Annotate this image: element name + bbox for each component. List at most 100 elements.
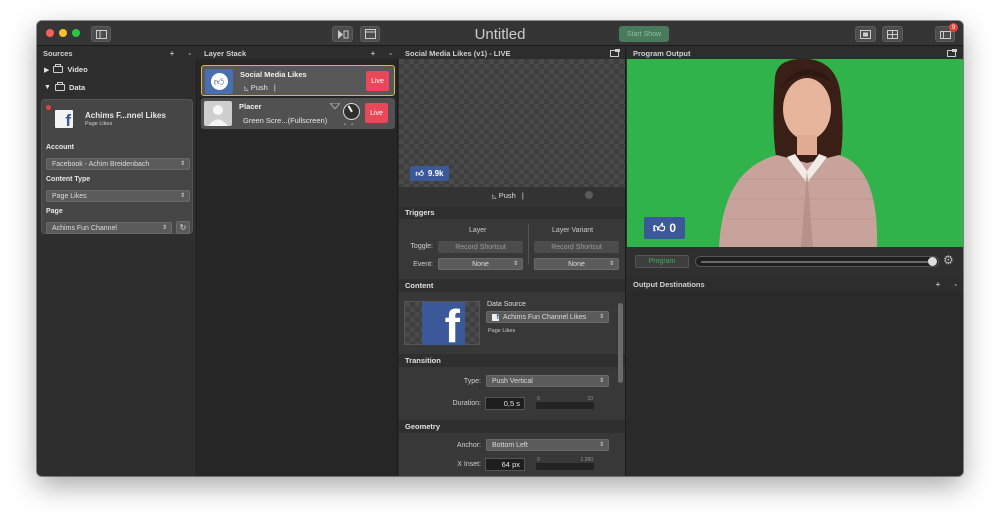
live-button[interactable]: Live [365,103,388,123]
layer-name: Placer [239,102,262,111]
program-like-count: 0 [669,221,677,235]
duration-slider[interactable]: 0 10 [536,396,594,409]
transition-slider[interactable] [695,256,939,267]
layer-row-social-media-likes[interactable]: 👍︎ Social Media Likes ◺ Push | Live [201,65,395,96]
settings-dot-icon[interactable] [585,191,593,199]
layer-preview: 👍︎ 9.9k [399,59,625,187]
account-select[interactable]: Facebook - Achim Breidenbach ⇕ [46,158,190,170]
variant-event-select[interactable]: None ⇕ [534,258,619,270]
updown-icon: ⇕ [598,378,604,384]
library-icon [939,30,951,39]
sources-panel: Sources + - ▶ Video ▼ Data f Achims F...… [37,47,197,476]
layer-row-placer[interactable]: Placer Green Scre...(Fullscreen) • • Liv… [201,98,395,129]
tree-label-video: Video [67,65,88,74]
layer-stack-title: Layer Stack [204,48,247,58]
inspector-panel: Social Media Likes (v1) - LIVE 👍︎ 9.9k ◺… [399,47,626,476]
program-output-header: Program Output [627,47,963,59]
page-value: Achims Fun Channel [52,224,117,232]
keying-icon [330,103,340,109]
notifications-button[interactable]: 9 [935,23,958,42]
start-show-button[interactable]: Start Show [619,26,669,42]
program-controls: Program ⚙︎ [627,247,963,277]
account-label: Account [46,144,74,151]
refresh-icon: ↻ [179,223,187,232]
updown-icon: ⇕ [179,161,185,167]
remove-source-button[interactable]: - [188,49,191,58]
tree-item-data[interactable]: ▼ Data [44,82,86,92]
data-source-sub: Page Likes [488,328,516,334]
page-select[interactable]: Achims Fun Channel ⇕ [46,222,172,234]
knob-dots: • • [344,122,354,128]
sources-header: Sources + - [37,47,197,59]
add-source-button[interactable]: + [170,49,175,58]
layer-event-value: None [472,260,489,268]
transition-slider-thumb[interactable] [928,257,937,266]
tree-label-data: Data [68,83,86,92]
layer-toggle-shortcut-button[interactable]: Record Shortcut [438,241,523,253]
notification-badge: 9 [949,23,958,32]
layer-stack-header: Layer Stack + - [198,47,398,59]
layout-single-button[interactable] [855,26,876,42]
trigger-variant-col: Layer Variant [552,227,594,234]
anchor-select[interactable]: Bottom Left ⇕ [486,439,609,451]
add-layer-button[interactable]: + [371,49,376,58]
toggle-label: Toggle: [410,243,433,250]
output-destinations-title: Output Destinations [633,280,705,289]
event-label: Event: [413,261,433,268]
facebook-icon: f [55,110,73,129]
transition-type-value: Push Vertical [492,377,533,385]
layout-single-icon [860,29,871,39]
trigger-divider [528,224,529,264]
sources-title: Sources [43,48,73,58]
popout-icon[interactable] [610,49,620,57]
layer-variant: ◺ Push | [244,83,276,92]
content-type-label: Content Type [46,176,91,183]
page-label: Page [46,208,63,215]
source-card[interactable]: f Achims F...nnel Likes Page Likes Accou… [41,99,193,234]
cursor-bar: | [273,83,276,92]
thumbs-up-icon: 👍︎ [652,220,666,235]
variant-label: ◺ Push | [492,191,524,200]
preview-like-count: 9.9k [427,169,444,178]
app-window: Untitled Start Show 9 Sources + - ▶ Vide… [37,21,963,476]
add-destination-button[interactable]: + [936,280,941,289]
inspector-header: Social Media Likes (v1) - LIVE [399,47,625,59]
program-button[interactable]: Program [635,255,689,268]
refresh-button[interactable]: ↻ [176,221,190,234]
duration-field[interactable]: 0,5 s [485,397,525,410]
program-output-panel: Program Output 👍︎ 0 Program ⚙︎ Output De… [627,47,963,476]
transition-slider-fill [701,261,928,263]
transition-section-header: Transition [399,354,625,367]
inspector-scrollbar[interactable] [618,303,623,383]
tree-item-video[interactable]: ▶ Video [44,64,88,74]
xinset-label: X Inset: [457,461,481,468]
layer-variant: Green Scre...(Fullscreen) [243,116,328,125]
data-source-select[interactable]: f Achims Fun Channel Likes ⇕ [486,311,609,323]
layer-event-select[interactable]: None ⇕ [438,258,523,270]
content-type-value: Page Likes [52,192,87,200]
program-like-badge: 👍︎ 0 [644,217,685,239]
live-button[interactable]: Live [366,71,389,91]
variant-toggle-shortcut-button[interactable]: Record Shortcut [534,241,619,253]
xinset-field[interactable]: 64 px [485,458,525,471]
geometry-section-header: Geometry [399,420,625,433]
popout-icon[interactable] [947,49,957,57]
disclosure-down-icon[interactable]: ▼ [44,84,51,91]
thumbs-up-icon: 👍︎ [210,73,228,90]
preview-like-badge: 👍︎ 9.9k [410,166,449,181]
layer-thumbnail [204,101,232,126]
layout-multi-button[interactable] [882,26,903,42]
disclosure-right-icon[interactable]: ▶ [44,66,49,74]
xinset-slider[interactable]: 0 1.280 [536,457,594,470]
layout-multi-icon [887,29,898,39]
transition-type-select[interactable]: Push Vertical ⇕ [486,375,609,387]
thumbs-up-icon: 👍︎ [415,168,424,178]
inspector-title: Social Media Likes (v1) - LIVE [405,48,511,58]
gear-icon[interactable]: ⚙︎ [943,253,954,267]
window-title: Untitled [474,26,526,43]
opacity-knob[interactable] [343,103,360,120]
source-card-subtitle: Page Likes [85,121,113,127]
remove-layer-button[interactable]: - [389,49,392,58]
content-type-select[interactable]: Page Likes ⇕ [46,190,190,202]
remove-destination-button[interactable]: - [954,280,957,289]
